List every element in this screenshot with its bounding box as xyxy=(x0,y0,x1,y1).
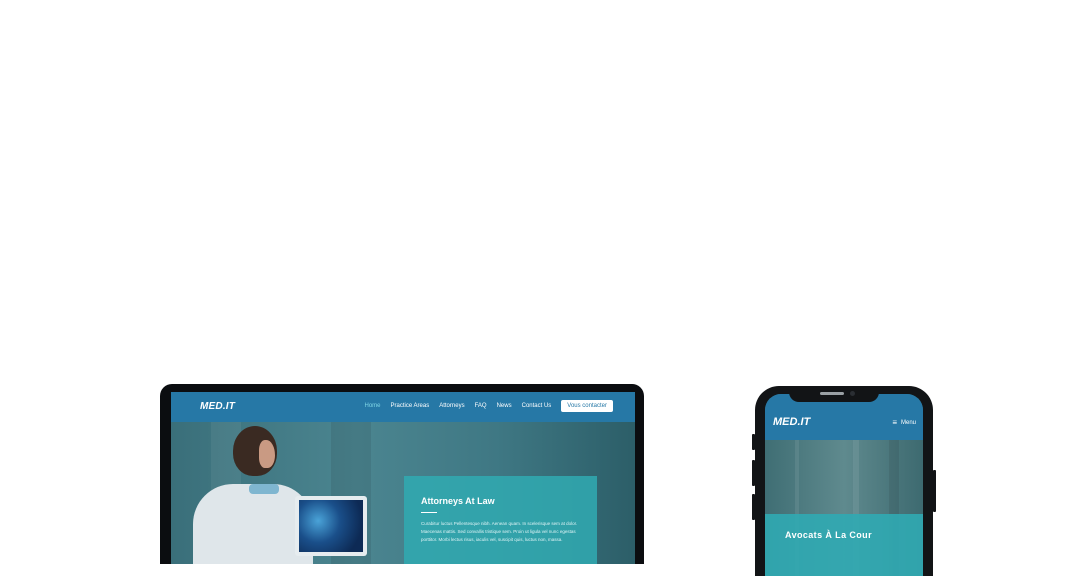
hero-title: Attorneys At Law xyxy=(421,496,495,506)
hero-scientist-collar xyxy=(249,484,279,494)
desktop-hero: Attorneys At Law Curabitur luctus Pellen… xyxy=(171,422,635,564)
nav-item-contact-us[interactable]: Contact Us xyxy=(522,403,552,409)
nav-item-practice-areas[interactable]: Practice Areas xyxy=(391,403,430,409)
phone-power-button xyxy=(933,470,936,512)
phone-screen: MED.IT ≡ Menu Avocats À La Cour xyxy=(765,394,923,576)
hero-card: Attorneys At Law Curabitur luctus Pellen… xyxy=(404,476,597,564)
mobile-hero: Avocats À La Cour xyxy=(765,440,923,576)
laptop-screen: MED.IT Home Practice Areas Attorneys FAQ… xyxy=(171,392,635,564)
mobile-menu-label: Menu xyxy=(900,419,916,426)
desktop-header: MED.IT Home Practice Areas Attorneys FAQ… xyxy=(171,392,635,422)
phone-mockup: MED.IT ≡ Menu Avocats À La Cour xyxy=(755,386,933,576)
hero-title-divider xyxy=(421,512,437,513)
nav-item-faq[interactable]: FAQ xyxy=(475,403,487,409)
hero-scientist-face xyxy=(259,440,275,468)
nav-item-home[interactable]: Home xyxy=(365,403,381,409)
desktop-logo[interactable]: MED.IT xyxy=(200,401,235,412)
nav-item-attorneys[interactable]: Attorneys xyxy=(439,403,464,409)
desktop-nav-menu: Home Practice Areas Attorneys FAQ News C… xyxy=(365,400,613,412)
hero-monitor xyxy=(295,496,367,556)
mobile-hero-card: Avocats À La Cour xyxy=(765,514,923,576)
mobile-logo[interactable]: MED.IT xyxy=(773,416,810,428)
mobile-hero-title: Avocats À La Cour xyxy=(785,530,872,540)
phone-speaker xyxy=(820,392,844,395)
mobile-menu-button[interactable]: ≡ Menu xyxy=(892,418,916,427)
nav-item-news[interactable]: News xyxy=(497,403,512,409)
laptop-mockup: MED.IT Home Practice Areas Attorneys FAQ… xyxy=(160,384,644,564)
hero-monitor-display xyxy=(299,500,363,552)
phone-notch xyxy=(789,386,879,402)
hamburger-icon: ≡ xyxy=(892,418,897,427)
phone-camera xyxy=(850,391,855,396)
contact-cta-button[interactable]: Vous contacter xyxy=(561,400,613,412)
hero-body-text: Curabitur luctus Pellentesque nibh. Aene… xyxy=(421,521,578,542)
